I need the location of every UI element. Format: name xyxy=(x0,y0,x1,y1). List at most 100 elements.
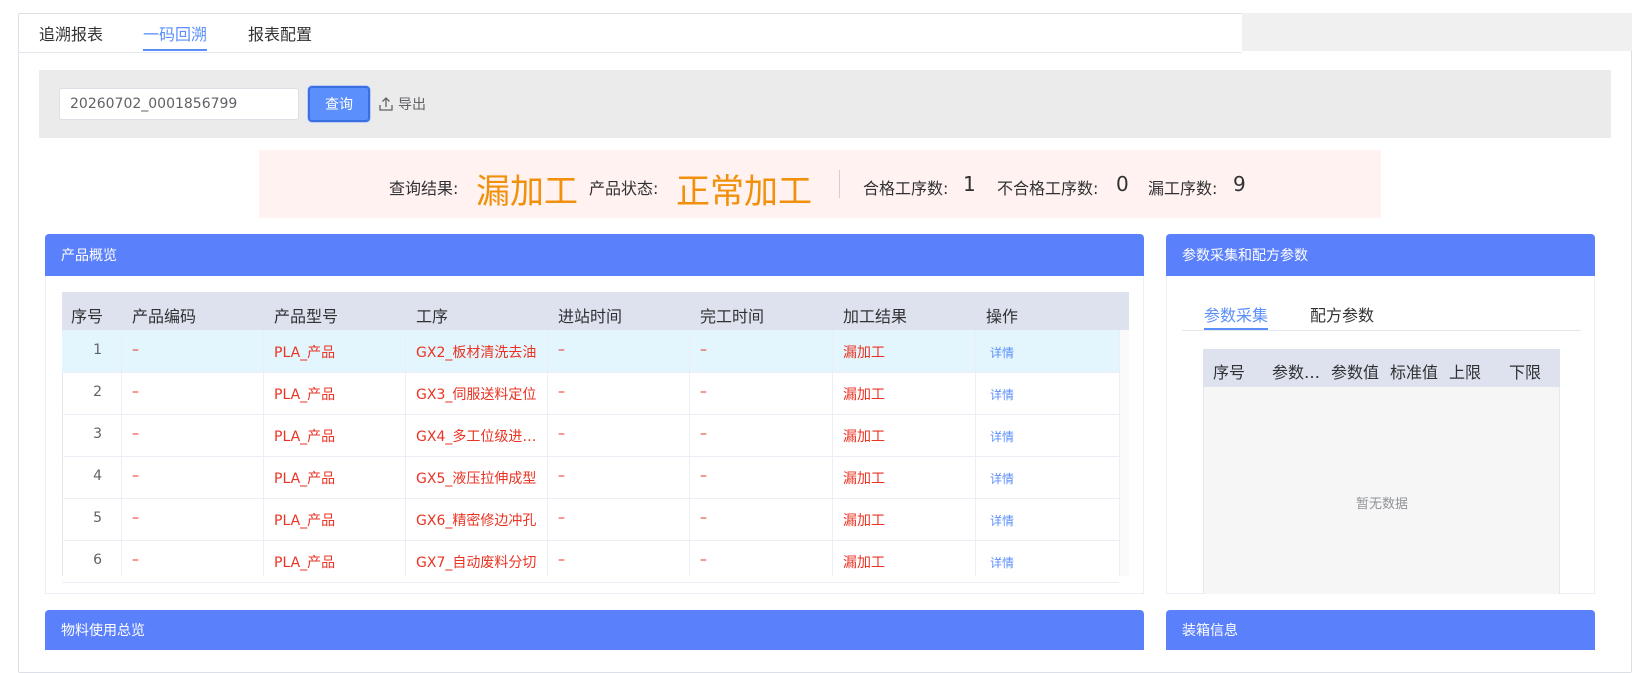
missed-count-label: 漏工序数: xyxy=(1148,179,1218,198)
packing-title: 装箱信息 xyxy=(1182,623,1238,639)
detail-link[interactable]: 详情 xyxy=(990,344,1014,361)
tab-trace-report[interactable]: 追溯报表 xyxy=(39,21,103,45)
cell-done-time: – xyxy=(700,342,707,358)
tab-one-code-trace[interactable]: 一码回溯 xyxy=(143,21,207,45)
col-done-time: 完工时间 xyxy=(700,307,765,326)
detail-link[interactable]: 详情 xyxy=(990,470,1014,487)
cell-product-code: – xyxy=(132,510,139,526)
pass-count-label: 合格工序数: xyxy=(863,179,949,198)
p-col-standard: 标准值 xyxy=(1390,363,1439,382)
status-label: 产品状态: xyxy=(589,179,659,198)
cell-product-model: PLA_产品 xyxy=(274,429,336,445)
column-divider xyxy=(689,330,690,576)
cell-product-model: PLA_产品 xyxy=(274,345,336,361)
cell-result: 漏加工 xyxy=(843,387,885,403)
missed-count-value: 9 xyxy=(1233,172,1246,196)
tab-report-config[interactable]: 报表配置 xyxy=(248,21,312,45)
export-label: 导出 xyxy=(398,97,426,113)
status-value: 正常加工 xyxy=(676,172,812,212)
cell-in-time: – xyxy=(558,468,565,484)
summary-divider xyxy=(839,170,840,198)
cell-process: GX4_多工位级进… xyxy=(416,429,537,445)
table-row[interactable]: 1 – PLA_产品 GX2_板材清洗去油 – – 漏加工 详情 xyxy=(62,330,1119,373)
tab-param-collection[interactable]: 参数采集 xyxy=(1204,302,1268,326)
cell-product-code: – xyxy=(132,342,139,358)
col-seq: 序号 xyxy=(71,307,104,326)
col-in-time: 进站时间 xyxy=(558,307,623,326)
column-divider xyxy=(263,330,264,576)
overview-panel-header: 产品概览 xyxy=(45,234,1144,276)
query-button[interactable]: 查询 xyxy=(308,86,370,122)
table-row[interactable]: 5 – PLA_产品 GX6_精密修边冲孔 – – 漏加工 详情 xyxy=(62,498,1119,541)
packing-panel-header: 装箱信息 xyxy=(1166,610,1595,650)
detail-link[interactable]: 详情 xyxy=(990,428,1014,445)
export-button[interactable]: 导出 xyxy=(378,93,426,115)
cell-done-time: – xyxy=(700,510,707,526)
detail-link[interactable]: 详情 xyxy=(990,512,1014,529)
active-tab-indicator xyxy=(143,49,207,51)
cell-process: GX6_精密修边冲孔 xyxy=(416,513,537,529)
p-col-param-name: 参数… xyxy=(1272,363,1321,382)
params-table-header xyxy=(1203,349,1560,387)
cell-done-time: – xyxy=(700,384,707,400)
cell-in-time: – xyxy=(558,426,565,442)
materials-panel-header: 物料使用总览 xyxy=(45,610,1144,650)
cell-process: GX7_自动废料分切 xyxy=(416,555,537,571)
cell-done-time: – xyxy=(700,468,707,484)
cell-done-time: – xyxy=(700,426,707,442)
cell-product-model: PLA_产品 xyxy=(274,387,336,403)
col-action: 操作 xyxy=(986,307,1019,326)
cell-product-model: PLA_产品 xyxy=(274,513,336,529)
upload-icon xyxy=(379,97,393,111)
cell-product-code: – xyxy=(132,552,139,568)
cell-seq: 6 xyxy=(93,552,102,568)
tab-recipe-params[interactable]: 配方参数 xyxy=(1310,302,1374,326)
cell-product-code: – xyxy=(132,468,139,484)
cell-product-code: – xyxy=(132,384,139,400)
fail-count-value: 0 xyxy=(1116,172,1129,196)
materials-title: 物料使用总览 xyxy=(61,623,145,639)
column-divider xyxy=(975,330,976,576)
p-col-seq: 序号 xyxy=(1213,363,1246,382)
code-input[interactable] xyxy=(59,88,299,120)
fail-count-label: 不合格工序数: xyxy=(997,179,1099,198)
pass-count-value: 1 xyxy=(963,172,976,196)
cell-done-time: – xyxy=(700,552,707,568)
cell-result: 漏加工 xyxy=(843,513,885,529)
cell-seq: 1 xyxy=(93,342,102,358)
table-scrollbar[interactable] xyxy=(1119,330,1129,576)
empty-data-text: 暂无数据 xyxy=(1356,497,1409,512)
cell-in-time: – xyxy=(558,384,565,400)
column-divider xyxy=(121,330,122,576)
cell-result: 漏加工 xyxy=(843,345,885,361)
cell-seq: 5 xyxy=(93,510,102,526)
cell-in-time: – xyxy=(558,510,565,526)
column-divider xyxy=(547,330,548,576)
cell-process: GX3_伺服送料定位 xyxy=(416,387,537,403)
params-active-tab-indicator xyxy=(1204,328,1268,330)
cell-result: 漏加工 xyxy=(843,471,885,487)
table-row[interactable]: 3 – PLA_产品 GX4_多工位级进… – – 漏加工 详情 xyxy=(62,414,1119,457)
column-divider xyxy=(832,330,833,576)
detail-link[interactable]: 详情 xyxy=(990,554,1014,571)
cell-seq: 3 xyxy=(93,426,102,442)
column-divider xyxy=(405,330,406,576)
params-tab-divider xyxy=(1182,330,1581,331)
cell-seq: 4 xyxy=(93,468,102,484)
cell-process: GX5_液压拉伸成型 xyxy=(416,471,537,487)
overview-title: 产品概览 xyxy=(61,248,117,264)
params-title: 参数采集和配方参数 xyxy=(1182,248,1308,264)
col-result: 加工结果 xyxy=(843,307,908,326)
cell-in-time: – xyxy=(558,552,565,568)
table-row[interactable]: 6 – PLA_产品 GX7_自动废料分切 – – 漏加工 详情 xyxy=(62,540,1119,583)
p-col-lower: 下限 xyxy=(1509,363,1542,382)
table-row[interactable]: 4 – PLA_产品 GX5_液压拉伸成型 – – 漏加工 详情 xyxy=(62,456,1119,499)
detail-link[interactable]: 详情 xyxy=(990,386,1014,403)
col-process: 工序 xyxy=(416,307,449,326)
table-row[interactable]: 2 – PLA_产品 GX3_伺服送料定位 – – 漏加工 详情 xyxy=(62,372,1119,415)
col-product-model: 产品型号 xyxy=(274,307,339,326)
result-label: 查询结果: xyxy=(389,179,459,198)
cell-product-model: PLA_产品 xyxy=(274,555,336,571)
cell-result: 漏加工 xyxy=(843,429,885,445)
cell-in-time: – xyxy=(558,342,565,358)
